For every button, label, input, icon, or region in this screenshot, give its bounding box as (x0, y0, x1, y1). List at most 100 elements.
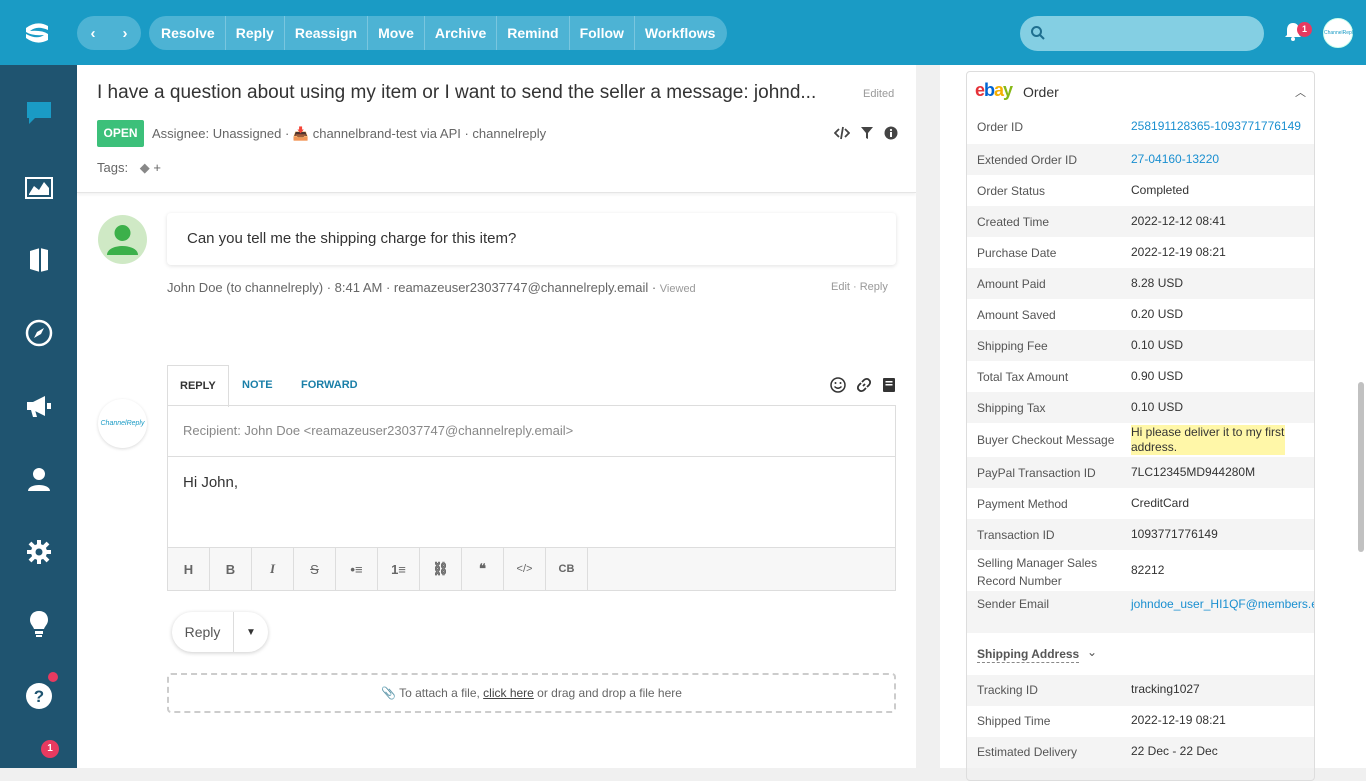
send-reply-label[interactable]: Reply (172, 612, 234, 652)
attachment-dropzone[interactable]: 📎 To attach a file, click here or drag a… (167, 673, 896, 713)
user-avatar[interactable]: ChannelReply (1323, 18, 1355, 48)
tag-icon[interactable]: ◆ (140, 160, 150, 176)
composer-tabs: REPLY NOTE FORWARD (167, 365, 896, 407)
order-field-value: 2022-12-12 08:41 (1131, 213, 1226, 228)
saved-replies-icon[interactable] (882, 377, 896, 393)
forward-button[interactable]: › (109, 16, 141, 50)
quote-button[interactable]: ❝ (462, 548, 504, 590)
shipping-address-toggle[interactable]: Shipping Address (977, 647, 1080, 663)
strikethrough-button[interactable]: S (294, 548, 336, 590)
recipient-field[interactable]: Recipient: John Doe <reamazeuser23037747… (167, 405, 896, 457)
ebay-logo: ebay (975, 80, 1013, 100)
shipping-address-label[interactable]: Shipping Address (977, 647, 1079, 661)
order-field-value: 0.10 USD (1131, 337, 1184, 352)
order-field-value: 0.90 USD (1131, 368, 1184, 383)
filter-icon[interactable] (860, 126, 874, 140)
order-field-value: Hi please deliver it to my first address… (1131, 425, 1285, 455)
code-icon[interactable] (834, 126, 850, 140)
reports-icon[interactable] (24, 173, 54, 203)
order-row: PayPal Transaction ID 7LC12345MD944280M (967, 457, 1314, 488)
add-tag-button[interactable]: + (153, 160, 161, 175)
compass-icon[interactable] (24, 318, 54, 348)
reply-action-button[interactable]: Reply (226, 16, 285, 50)
search-icon (1031, 26, 1045, 40)
order-field-label: Order ID (977, 120, 1024, 134)
order-row: Amount Paid 8.28 USD (967, 268, 1314, 299)
remind-button[interactable]: Remind (497, 16, 570, 50)
chevron-down-icon[interactable]: ▼ (234, 612, 268, 652)
bold-button[interactable]: B (210, 548, 252, 590)
tags-row: Tags: ◆ + (97, 160, 161, 176)
follow-button[interactable]: Follow (570, 16, 635, 50)
order-field-label: Estimated Delivery (977, 745, 1078, 759)
order-row: Amount Saved 0.20 USD (967, 299, 1314, 330)
sidebar: ? 1 (0, 65, 77, 768)
order-row: Purchase Date 2022-12-19 08:21 (967, 237, 1314, 268)
order-field-label: Selling Manager Sales Record Number (977, 556, 1098, 588)
conversations-icon[interactable] (24, 98, 54, 128)
info-icon[interactable] (884, 126, 898, 140)
viewed-label: Viewed (659, 283, 696, 295)
emoji-icon[interactable] (830, 377, 846, 393)
order-row: Extended Order ID 27-04160-13220 (967, 144, 1314, 175)
header-icons (834, 126, 898, 140)
help-icon[interactable]: ? (24, 681, 54, 711)
reassign-button[interactable]: Reassign (285, 16, 369, 50)
order-row: Shipping Fee 0.10 USD (967, 330, 1314, 361)
order-field-value: 0.10 USD (1131, 399, 1184, 414)
resolve-button[interactable]: Resolve (151, 16, 226, 50)
order-field-value[interactable]: 258191128365-1093771776149 (1131, 119, 1301, 134)
order-field-label: Sender Email (977, 597, 1050, 611)
order-field-value: 0.20 USD (1131, 306, 1184, 321)
order-row: Shipping Tax 0.10 USD (967, 392, 1314, 423)
cb-button[interactable]: CB (546, 548, 588, 590)
order-title: Order (1023, 84, 1059, 100)
lightbulb-icon[interactable] (24, 609, 54, 639)
code-block-button[interactable]: </> (504, 548, 546, 590)
order-field-value[interactable]: johndoe_user_HI1QF@members.ebay.com (1131, 597, 1314, 612)
order-field-label: Total Tax Amount (977, 369, 1069, 384)
order-field-label: Order Status (977, 183, 1046, 198)
order-field-label: Transaction ID (977, 527, 1055, 542)
settings-gear-icon[interactable] (24, 537, 54, 567)
order-field-value[interactable]: 27-04160-13220 (1131, 152, 1301, 167)
svg-text:?: ? (34, 687, 44, 706)
contacts-icon[interactable] (24, 464, 54, 494)
italic-button[interactable]: I (252, 548, 294, 590)
link-icon[interactable] (856, 377, 872, 393)
insert-link-button[interactable]: ⛓ (420, 548, 462, 590)
tab-note[interactable]: NOTE (230, 365, 285, 406)
move-button[interactable]: Move (368, 16, 425, 50)
order-row: Selling Manager Sales Record Number 82212 (967, 550, 1314, 591)
chevron-down-icon[interactable]: ⌄ (1087, 645, 1097, 659)
bullet-list-button[interactable]: •≡ (336, 548, 378, 590)
message-meta: John Doe (to channelreply) · 8:41 AM · r… (167, 280, 696, 295)
order-row: Buyer Checkout Message Hi please deliver … (967, 423, 1314, 457)
tab-reply[interactable]: REPLY (167, 365, 229, 407)
workflows-button[interactable]: Workflows (635, 16, 726, 50)
search-input[interactable] (1020, 16, 1264, 51)
composer-icons (830, 377, 896, 393)
order-field-label: Shipping Tax (977, 400, 1046, 415)
attach-link[interactable]: click here (483, 686, 534, 700)
order-field-label: Shipped Time (977, 714, 1051, 728)
tab-forward[interactable]: FORWARD (289, 365, 370, 406)
order-header[interactable]: ebay Order ︿ (967, 72, 1314, 110)
scrollbar[interactable] (1358, 382, 1364, 552)
reply-editor[interactable]: Hi John, (167, 456, 896, 548)
order-field-value: CreditCard (1131, 495, 1190, 510)
app-logo-icon[interactable] (22, 20, 52, 46)
send-reply-button[interactable]: Reply ▼ (172, 612, 268, 652)
knowledge-base-icon[interactable] (24, 245, 54, 275)
megaphone-icon[interactable] (24, 391, 54, 421)
numbered-list-button[interactable]: 1≡ (378, 548, 420, 590)
message-actions[interactable]: Edit · Reply (831, 281, 888, 293)
archive-button[interactable]: Archive (425, 16, 498, 50)
order-field-label: Payment Method (977, 496, 1068, 511)
chevron-up-icon[interactable]: ︿ (1295, 84, 1306, 100)
status-badge[interactable]: OPEN (97, 120, 144, 147)
back-button[interactable]: ‹ (77, 16, 109, 50)
order-field-value: 2022-12-19 08:21 (1131, 713, 1226, 727)
customer-avatar (98, 215, 147, 264)
heading-button[interactable]: H (168, 548, 210, 590)
